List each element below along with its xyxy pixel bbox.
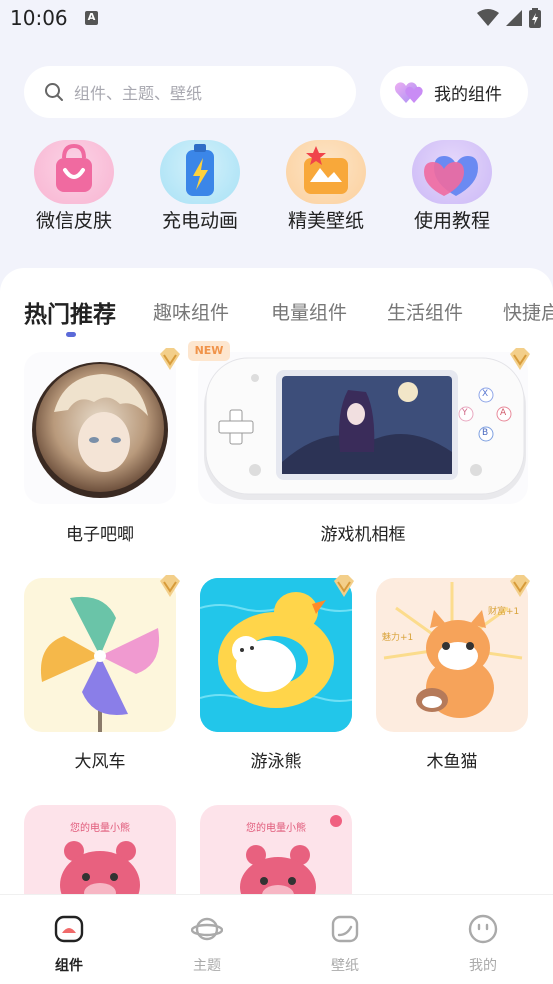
- tab-indicator: [66, 332, 76, 337]
- widget-label: 木鱼猫: [426, 752, 478, 772]
- pink-bear-image: [240, 815, 342, 897]
- fish-cat-image: [383, 582, 523, 718]
- planet-icon: [190, 917, 224, 941]
- my-widgets-button[interactable]: 我的组件: [380, 66, 528, 118]
- quick-label: 使用教程: [413, 210, 490, 232]
- badge-portrait-image: [32, 362, 168, 498]
- widget-card-fish-cat[interactable]: 魅力+1 财富+1: [376, 578, 528, 732]
- wifi-icon: [477, 9, 499, 26]
- nav-label: 主题: [193, 958, 221, 974]
- button-x-label: X: [482, 389, 489, 399]
- tab-life[interactable]: 生活组件: [387, 298, 463, 325]
- button-a-label: A: [500, 408, 507, 418]
- cat-charm-text: 魅力+1: [382, 633, 414, 643]
- quick-entries: 微信皮肤 充电动画 精美壁纸 使用教程: [0, 140, 553, 240]
- search-placeholder: 组件、主题、壁纸: [74, 84, 203, 103]
- quick-charging-animation[interactable]: 充电动画: [150, 140, 250, 233]
- system-icons: [477, 8, 541, 28]
- nav-profile[interactable]: 我的: [443, 913, 523, 975]
- search-icon: [45, 83, 63, 101]
- diamond-icon: [510, 348, 530, 370]
- quick-label: 微信皮肤: [35, 210, 112, 232]
- new-badge: NEW: [188, 341, 230, 361]
- widget-icon: [54, 915, 84, 943]
- diamond-icon: [334, 575, 354, 597]
- tab-fun[interactable]: 趣味组件: [153, 298, 229, 325]
- widget-card-battery-bear-1[interactable]: 您的电量小熊: [24, 805, 176, 897]
- status-time: 10:06: [10, 6, 68, 30]
- diamond-icon: [160, 348, 180, 370]
- widget-label: 电子吧唧: [66, 525, 134, 545]
- widget-card-pinwheel[interactable]: [24, 578, 176, 732]
- button-b-label: B: [482, 428, 489, 438]
- keyboard-a-icon: A: [85, 11, 98, 25]
- nav-themes[interactable]: 主题: [167, 913, 247, 975]
- folder-star-icon: [286, 140, 366, 204]
- widget-label: 大风车: [74, 752, 126, 772]
- heart-icon: [412, 140, 492, 204]
- search-input[interactable]: 组件、主题、壁纸: [24, 66, 356, 118]
- tab-shortcut[interactable]: 快捷启: [503, 298, 553, 325]
- category-tabs: 热门推荐 趣味组件 电量组件 生活组件 快捷启: [0, 298, 553, 338]
- wallpaper-icon: [331, 915, 359, 943]
- tab-battery[interactable]: 电量组件: [271, 298, 347, 325]
- my-widgets-label: 我的组件: [434, 84, 502, 105]
- quick-wallpapers[interactable]: 精美壁纸: [276, 140, 376, 233]
- pink-bear-image: [60, 841, 140, 897]
- hearts-icon: [394, 82, 423, 103]
- nav-label: 壁纸: [331, 958, 359, 974]
- signal-icon: [506, 10, 522, 26]
- widget-card-swim-bear[interactable]: [200, 578, 352, 732]
- battery-icon: [160, 140, 240, 204]
- quick-label: 精美壁纸: [287, 210, 364, 232]
- widget-card-game-console[interactable]: X Y A B: [198, 352, 528, 504]
- nav-wallpapers[interactable]: 壁纸: [305, 913, 385, 975]
- diamond-icon: [510, 575, 530, 597]
- bottom-navigation: 组件 主题 壁纸 我的: [0, 894, 553, 984]
- profile-icon: [468, 914, 498, 944]
- quick-tutorial[interactable]: 使用教程: [402, 140, 502, 233]
- status-bar: 10:06 A: [0, 0, 553, 38]
- nav-label: 组件: [55, 958, 83, 974]
- widget-label: 游泳熊: [250, 752, 302, 772]
- quick-wechat-skin[interactable]: 微信皮肤: [24, 140, 124, 233]
- pinwheel-image: [40, 596, 160, 732]
- widget-card-battery-bear-2[interactable]: 您的电量小熊: [200, 805, 352, 897]
- widget-label: 游戏机相框: [320, 525, 406, 545]
- quick-label: 充电动画: [161, 210, 238, 232]
- cat-wealth-text: 财富+1: [488, 607, 520, 617]
- bag-icon: [34, 140, 114, 204]
- diamond-icon: [160, 575, 180, 597]
- tab-hot[interactable]: 热门推荐: [24, 295, 116, 329]
- button-y-label: Y: [462, 408, 468, 418]
- battery-status-icon: [529, 8, 541, 28]
- game-console-image: [204, 357, 526, 500]
- swim-bear-image: [200, 578, 352, 732]
- widget-card-badge[interactable]: [24, 352, 176, 504]
- nav-label: 我的: [469, 958, 497, 974]
- nav-widgets[interactable]: 组件: [29, 913, 109, 975]
